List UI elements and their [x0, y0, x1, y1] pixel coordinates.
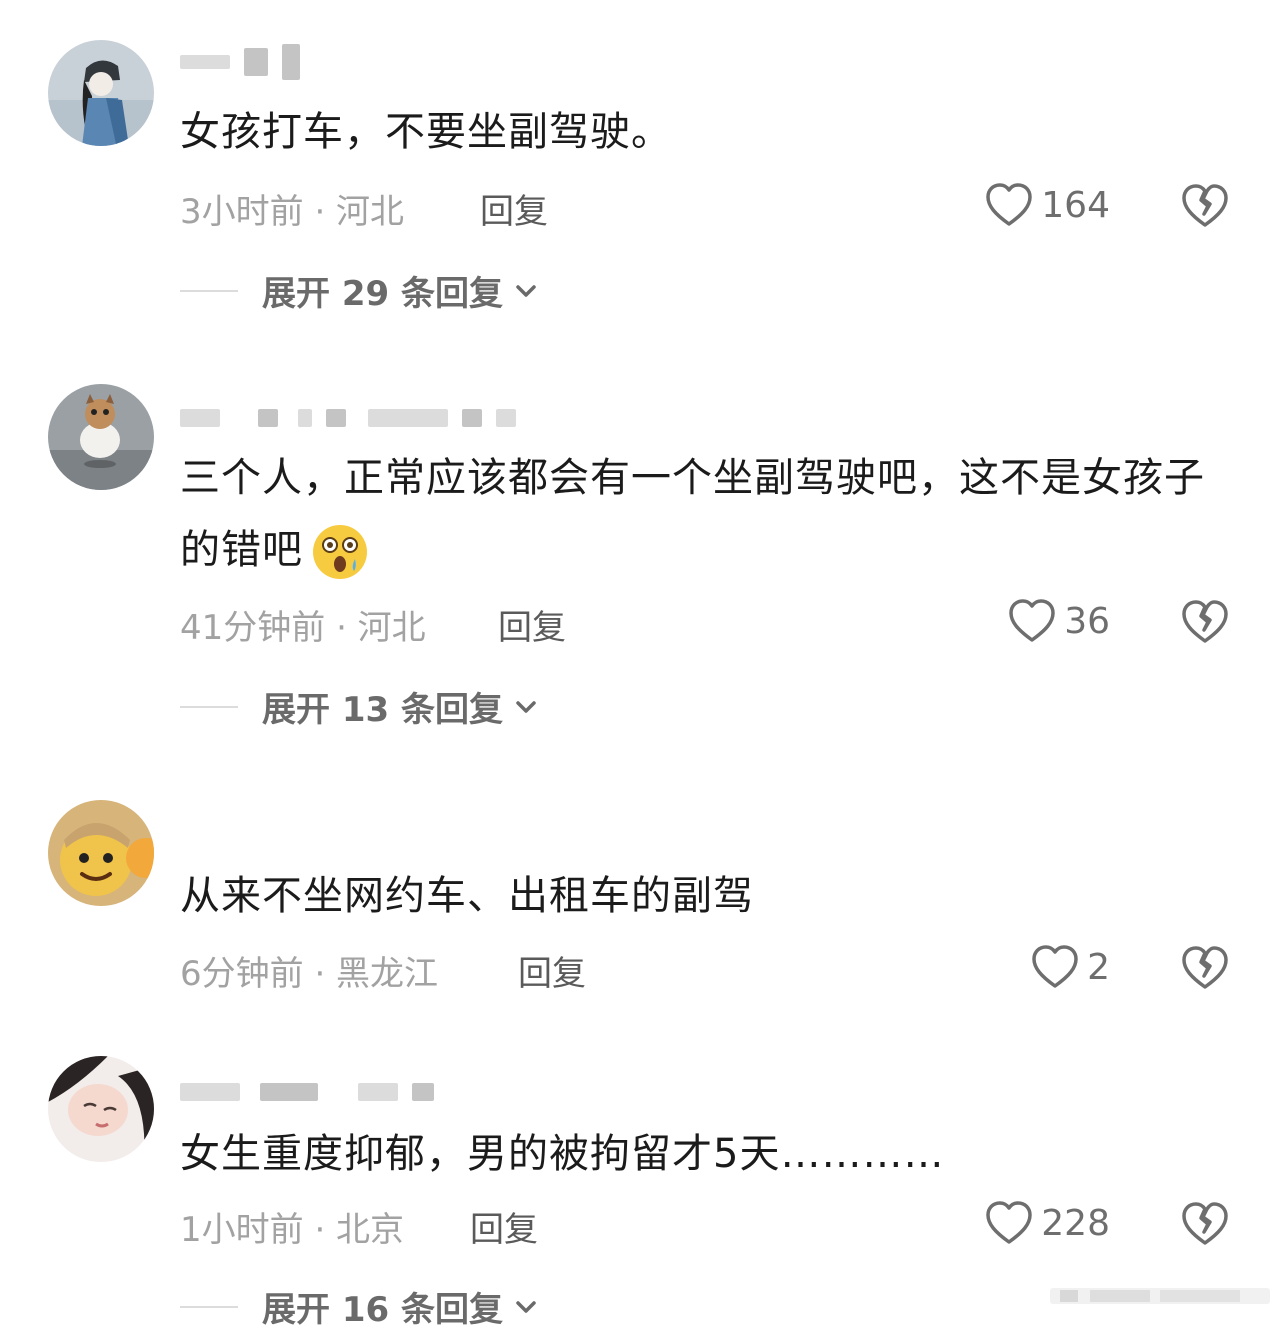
like-count: 228 [1041, 1202, 1110, 1244]
avatar[interactable] [48, 800, 154, 906]
expand-replies-button[interactable]: 展开 29 条回复 [180, 266, 539, 315]
chevron-down-icon [516, 700, 536, 713]
comment-time-location: 3小时前 · 河北 [180, 192, 405, 232]
like-button[interactable]: 36 [1008, 598, 1110, 644]
divider-line [180, 1305, 238, 1308]
broken-heart-icon[interactable] [1180, 598, 1230, 644]
expand-replies-button[interactable]: 展开 13 条回复 [180, 682, 539, 731]
expand-replies-button[interactable]: 展开 16 条回复 [180, 1282, 539, 1331]
watermark-graphic [1050, 1288, 1270, 1304]
comment-text: 三个人，正常应该都会有一个坐副驾驶吧，这不是女孩子的错吧 [180, 442, 1240, 586]
broken-heart-icon[interactable] [1180, 182, 1230, 228]
broken-heart-icon[interactable] [1180, 944, 1230, 990]
heart-outline-icon [1032, 945, 1078, 988]
expand-replies-label: 展开 13 条回复 [262, 690, 503, 730]
expand-replies-label: 展开 16 条回复 [262, 1290, 503, 1330]
avatar[interactable] [48, 40, 154, 146]
reply-button[interactable]: 回复 [518, 946, 586, 995]
like-count: 36 [1064, 600, 1110, 642]
reply-button[interactable]: 回复 [480, 184, 548, 233]
username-redacted[interactable] [180, 404, 516, 432]
comment-text: 从来不坐网约车、出租车的副驾 [180, 873, 754, 919]
broken-heart-icon[interactable] [1180, 1200, 1230, 1246]
heart-outline-icon [986, 1201, 1033, 1244]
astonished-face-emoji [311, 523, 369, 581]
chevron-down-icon [516, 1300, 536, 1313]
like-button[interactable]: 164 [985, 182, 1110, 228]
comment-text: 女生重度抑郁，男的被拘留才5天………… [180, 1131, 945, 1177]
chevron-down-icon [516, 284, 536, 297]
divider-line [180, 289, 238, 292]
heart-outline-icon [1009, 599, 1055, 642]
comment-time-location: 1小时前 · 北京 [180, 1210, 405, 1250]
like-button[interactable]: 2 [1031, 944, 1110, 990]
divider-line [180, 705, 238, 708]
reply-button[interactable]: 回复 [470, 1202, 538, 1251]
expand-replies-label: 展开 29 条回复 [262, 274, 503, 314]
username-redacted[interactable] [180, 1078, 434, 1106]
comment-time-location: 41分钟前 · 河北 [180, 608, 426, 648]
like-count: 164 [1041, 184, 1110, 226]
comment-text: 女孩打车，不要坐副驾驶。 [180, 109, 672, 155]
heart-outline-icon [986, 183, 1033, 226]
avatar[interactable] [48, 384, 154, 490]
like-button[interactable]: 228 [985, 1200, 1110, 1246]
like-count: 2 [1087, 946, 1110, 988]
reply-button[interactable]: 回复 [498, 600, 566, 649]
avatar[interactable] [48, 1056, 154, 1162]
username-redacted[interactable] [180, 44, 300, 80]
comment-time-location: 6分钟前 · 黑龙江 [180, 954, 439, 994]
